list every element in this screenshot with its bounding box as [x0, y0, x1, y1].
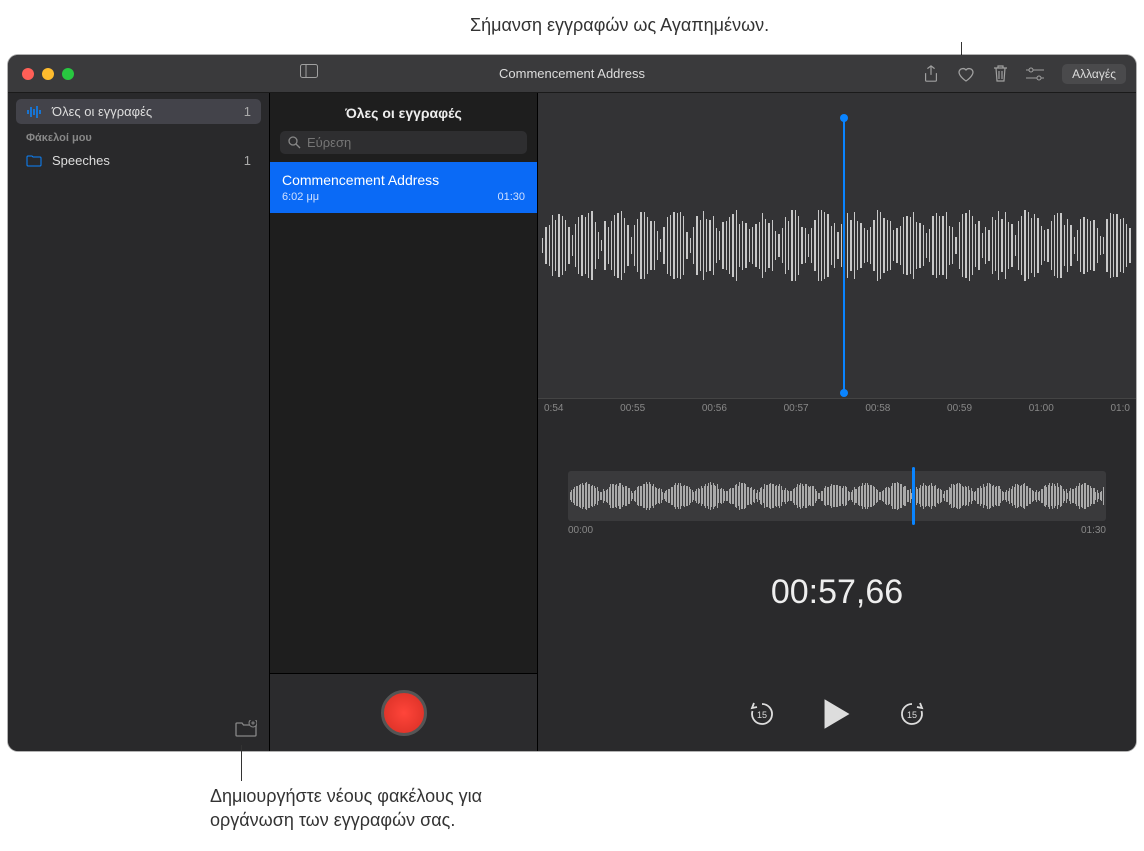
detail-pane: 0:54 00:55 00:56 00:57 00:58 00:59 01:00 01:0 0…: [538, 93, 1136, 751]
sidebar-item-all[interactable]: Όλες οι εγγραφές 1: [16, 99, 261, 124]
sidebar-item-count: 1: [244, 104, 251, 119]
sidebar-section-header: Φάκελοί μου: [16, 124, 261, 148]
sidebar-item-label: Speeches: [52, 153, 110, 168]
recordings-list: Όλες οι εγγραφές Commencement Address 6:…: [270, 93, 538, 751]
settings-icon[interactable]: [1026, 67, 1044, 81]
overview-end: 01:30: [1081, 525, 1106, 536]
fullscreen-button[interactable]: [62, 68, 74, 80]
timeline-tick: 00:58: [865, 403, 890, 424]
window-controls: [8, 68, 74, 80]
record-button[interactable]: [381, 690, 427, 736]
overview-start: 00:00: [568, 525, 593, 536]
trash-icon[interactable]: [993, 65, 1008, 82]
play-button[interactable]: [822, 697, 852, 731]
recording-duration: 01:30: [497, 191, 525, 203]
timeline: 0:54 00:55 00:56 00:57 00:58 00:59 01:00 01:0: [538, 398, 1136, 424]
sidebar: Όλες οι εγγραφές 1 Φάκελοί μου Speeches …: [8, 93, 270, 751]
list-header: Όλες οι εγγραφές: [270, 93, 537, 131]
current-time: 00:57,66: [538, 573, 1136, 612]
timeline-tick: 00:59: [947, 403, 972, 424]
timeline-tick: 00:55: [620, 403, 645, 424]
close-button[interactable]: [22, 68, 34, 80]
playhead[interactable]: [843, 118, 845, 393]
window-title: Commencement Address: [499, 66, 645, 81]
forward-15-button[interactable]: 15: [898, 700, 926, 728]
playback-controls: 15 15: [538, 697, 1136, 731]
svg-text:15: 15: [907, 710, 917, 720]
waveform-icon: [26, 105, 46, 119]
edit-button[interactable]: Αλλαγές: [1062, 64, 1126, 84]
waveform-overview[interactable]: [568, 471, 1106, 521]
timeline-tick: 0:54: [544, 403, 563, 424]
sidebar-item-count: 1: [244, 153, 251, 168]
toolbar-actions: Αλλαγές: [923, 64, 1126, 84]
favorite-icon[interactable]: [957, 66, 975, 82]
new-folder-button[interactable]: [235, 720, 257, 743]
callout-favorite: Σήμανση εγγραφών ως Αγαπημένων.: [470, 15, 769, 36]
timeline-tick: 00:56: [702, 403, 727, 424]
sidebar-item-label: Όλες οι εγγραφές: [52, 104, 152, 119]
sidebar-item-folder[interactable]: Speeches 1: [16, 148, 261, 173]
timeline-tick: 01:0: [1110, 403, 1129, 424]
rewind-15-button[interactable]: 15: [748, 700, 776, 728]
callout-new-folder: Δημιουργήστε νέους φακέλους για οργάνωση…: [210, 784, 482, 833]
record-footer: [270, 673, 537, 751]
overview-playhead[interactable]: [912, 467, 915, 525]
toggle-sidebar-button[interactable]: [300, 64, 318, 83]
titlebar: Commencement Address Αλλαγές: [8, 55, 1136, 93]
folder-icon: [26, 155, 46, 167]
search-icon: [288, 136, 301, 149]
timeline-tick: 01:00: [1029, 403, 1054, 424]
recording-item[interactable]: Commencement Address 6:02 μμ 01:30: [270, 162, 537, 213]
timeline-tick: 00:57: [784, 403, 809, 424]
callout-line: [241, 745, 242, 781]
recording-time: 6:02 μμ: [282, 191, 319, 203]
recording-title: Commencement Address: [282, 172, 525, 188]
app-window: Commencement Address Αλλαγές Όλες οι εγγ…: [8, 55, 1136, 751]
search-field[interactable]: [280, 131, 527, 154]
share-icon[interactable]: [923, 65, 939, 83]
waveform-main[interactable]: [538, 93, 1136, 398]
search-input[interactable]: [307, 135, 519, 150]
minimize-button[interactable]: [42, 68, 54, 80]
svg-text:15: 15: [757, 710, 767, 720]
